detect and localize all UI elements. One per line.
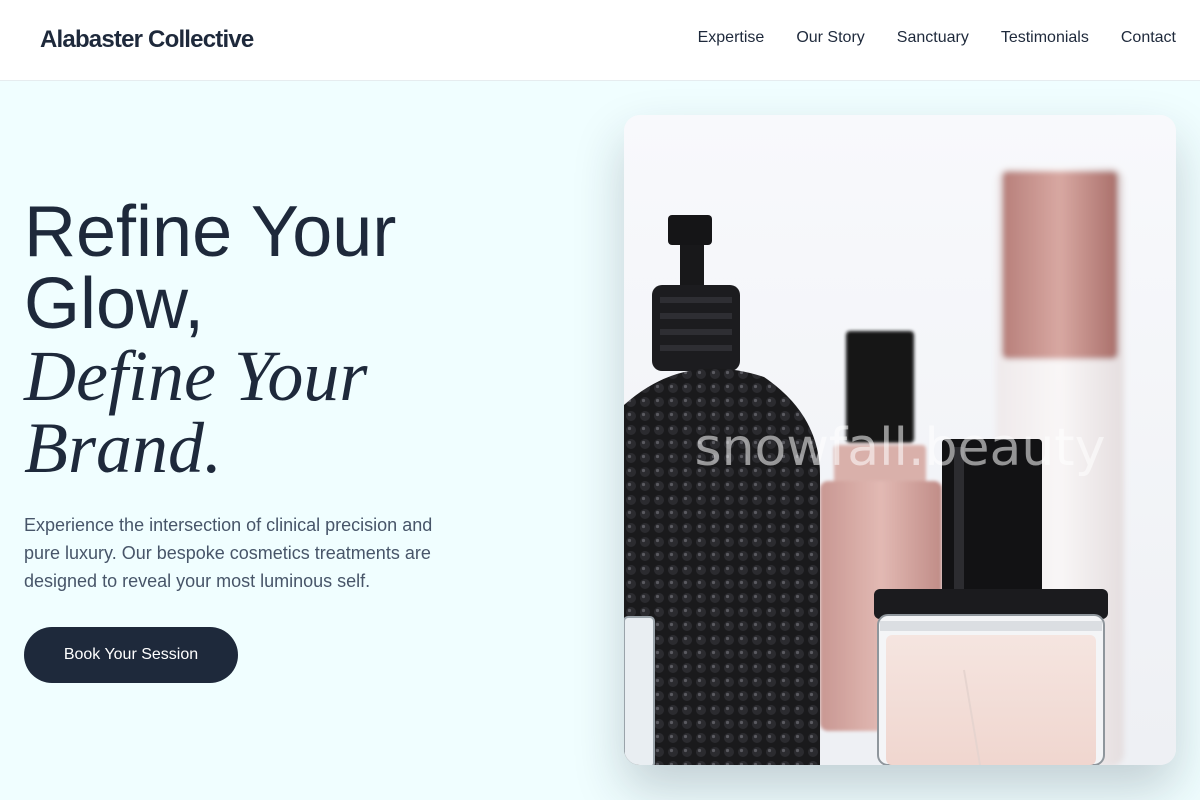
hero-description: Experience the intersection of clinical …: [24, 515, 433, 591]
hero-product-image: snowfall.beauty: [624, 115, 1176, 765]
hero-headline: Refine Your Glow, Define Your Brand.: [24, 196, 544, 484]
nav-link-contact[interactable]: Contact: [1121, 29, 1176, 47]
book-session-button[interactable]: Book Your Session: [24, 627, 238, 683]
perfume-bottles-illustration: snowfall.beauty: [624, 115, 1176, 765]
headline-italic-line-2: Brand.: [24, 408, 222, 488]
top-navigation: Alabaster Collective Expertise Our Story…: [0, 0, 1200, 81]
headline-italic-line-1: Define Your: [24, 336, 368, 416]
nav-link-testimonials[interactable]: Testimonials: [1001, 29, 1089, 47]
brand-logo[interactable]: Alabaster Collective: [40, 26, 254, 54]
headline-line-2: Glow,: [24, 264, 205, 344]
nav-links: Expertise Our Story Sanctuary Testimonia…: [698, 29, 1176, 47]
nav-link-our-story[interactable]: Our Story: [796, 29, 864, 47]
small-glass-jar: [624, 616, 655, 765]
image-watermark: snowfall.beauty: [695, 418, 1106, 478]
nav-link-sanctuary[interactable]: Sanctuary: [897, 29, 969, 47]
headline-line-1: Refine Your: [24, 192, 397, 272]
nav-link-expertise[interactable]: Expertise: [698, 29, 765, 47]
